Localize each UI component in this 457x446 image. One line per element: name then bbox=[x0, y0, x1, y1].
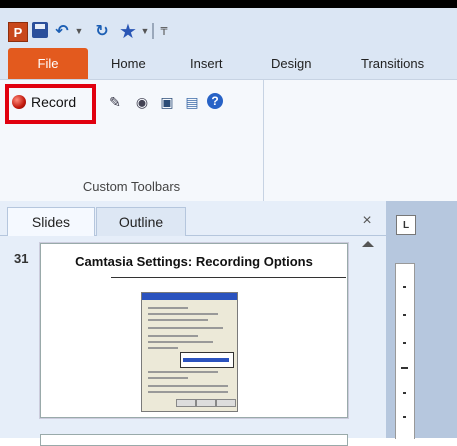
slide-title: Camtasia Settings: Recording Options bbox=[75, 254, 313, 269]
close-icon[interactable]: × bbox=[358, 212, 376, 230]
record-highlight-box bbox=[5, 84, 96, 124]
tab-outline[interactable]: Outline bbox=[96, 207, 186, 236]
quick-access-toolbar: P ↶ ▼ ↻ ★ ▼ ₸ bbox=[0, 8, 457, 48]
undo-icon[interactable]: ↶ bbox=[52, 22, 72, 40]
slide-thumbnail[interactable]: Camtasia Settings: Recording Options bbox=[40, 243, 348, 418]
pane-tabs: Slides Outline × bbox=[0, 201, 386, 236]
tab-slides[interactable]: Slides bbox=[7, 207, 95, 236]
slide-title-rule bbox=[111, 277, 346, 278]
camera-icon[interactable]: ◉ bbox=[133, 93, 151, 111]
save-icon[interactable] bbox=[32, 22, 48, 38]
next-slide-thumbnail[interactable] bbox=[40, 434, 348, 446]
ribbon: Record ✎ ◉ ▣ ▤ ? Custom Toolbars bbox=[0, 79, 457, 203]
editor-area: L bbox=[386, 201, 457, 439]
tab-transitions[interactable]: Transitions bbox=[361, 48, 424, 79]
powerpoint-logo-icon[interactable]: P bbox=[8, 22, 28, 42]
tab-insert[interactable]: Insert bbox=[190, 48, 223, 79]
redo-icon[interactable]: ↻ bbox=[92, 22, 112, 40]
recording-options-dialog-image bbox=[141, 292, 238, 412]
custom-toolbars-group: Record ✎ ◉ ▣ ▤ ? Custom Toolbars bbox=[0, 80, 264, 202]
customize-qat-icon[interactable]: ₸ bbox=[158, 22, 170, 40]
help-icon[interactable]: ? bbox=[207, 93, 223, 109]
settings-icon[interactable]: ▤ bbox=[183, 93, 201, 111]
star-icon[interactable]: ★ bbox=[118, 21, 138, 43]
ribbon-tabs: File Home Insert Design Transitions bbox=[0, 48, 457, 79]
undo-dropdown-icon[interactable]: ▼ bbox=[74, 22, 84, 40]
tab-design[interactable]: Design bbox=[271, 48, 311, 79]
qat-separator bbox=[152, 23, 154, 39]
slide-number: 31 bbox=[14, 251, 29, 266]
vertical-ruler bbox=[395, 263, 415, 439]
camtasia-options-icon[interactable]: ✎ bbox=[106, 93, 124, 111]
tab-home[interactable]: Home bbox=[111, 48, 146, 79]
group-label: Custom Toolbars bbox=[82, 179, 181, 194]
scroll-up-icon[interactable] bbox=[362, 241, 374, 247]
ruler-tab-button[interactable]: L bbox=[396, 215, 416, 235]
tab-file[interactable]: File bbox=[8, 48, 88, 79]
star-dropdown-icon[interactable]: ▼ bbox=[140, 22, 150, 40]
window-top-bar bbox=[0, 0, 457, 8]
slides-pane: Slides Outline × 31 Camtasia Settings: R… bbox=[0, 201, 386, 446]
presentation-icon[interactable]: ▣ bbox=[158, 93, 176, 111]
